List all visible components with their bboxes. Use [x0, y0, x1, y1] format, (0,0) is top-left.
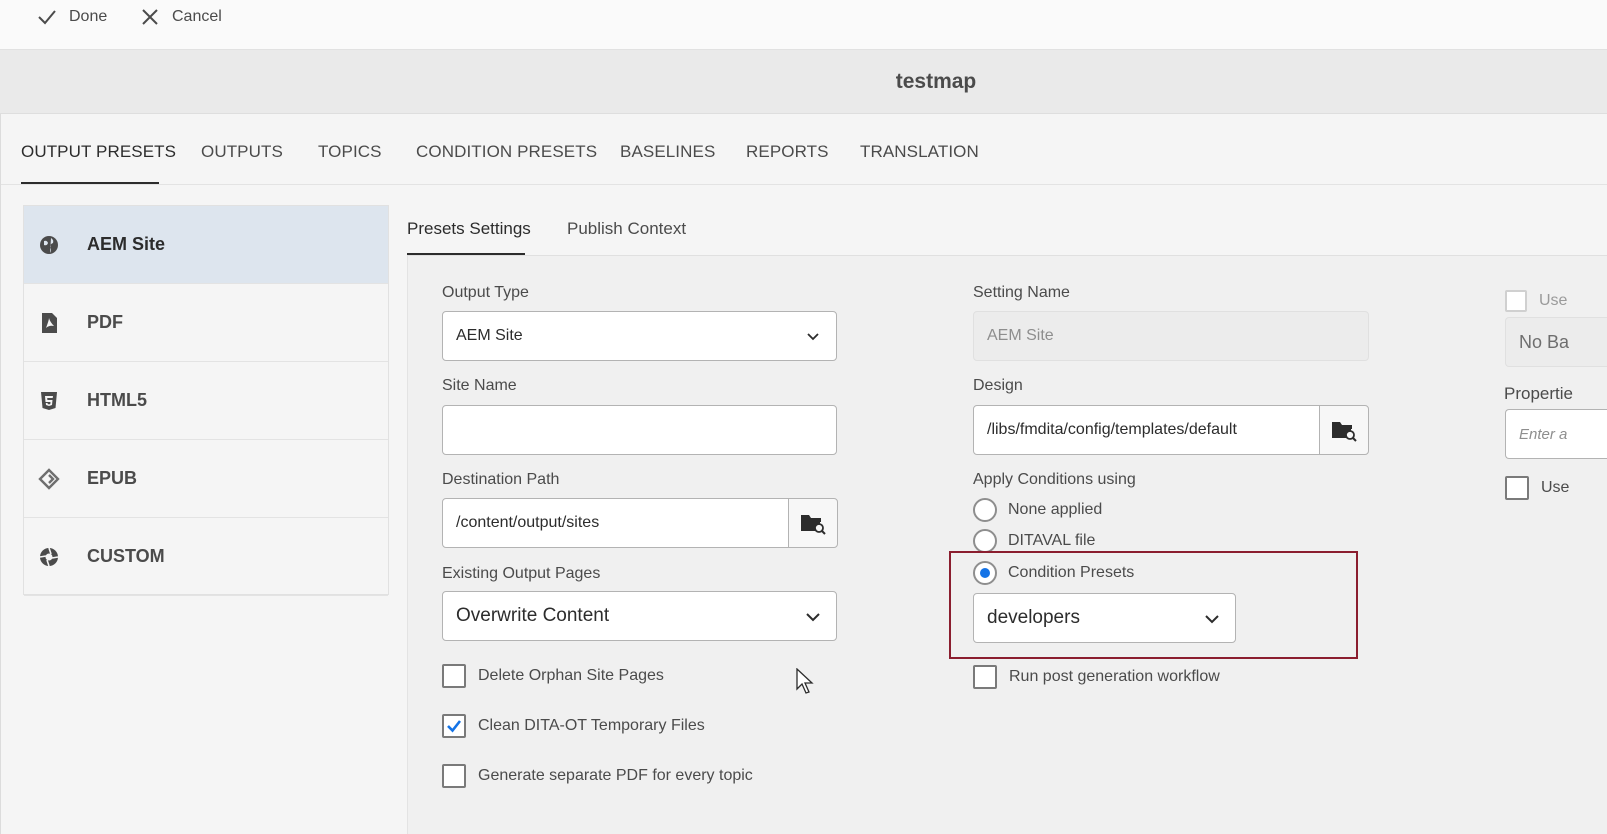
separate-pdf-row: Generate separate PDF for every topic — [442, 764, 753, 788]
radio-ditaval-label: DITAVAL file — [1008, 532, 1096, 549]
folder-search-icon — [1332, 422, 1357, 442]
tab-topics[interactable]: TOPICS — [318, 142, 382, 162]
apply-conditions-label: Apply Conditions using — [973, 471, 1136, 488]
delete-orphan-label: Delete Orphan Site Pages — [478, 667, 664, 684]
radio-condition-presets[interactable] — [973, 561, 997, 585]
chevron-down-icon — [807, 333, 819, 341]
preset-settings-form: Output Type AEM Site Site Name Destinati… — [407, 256, 1607, 834]
delete-orphan-row: Delete Orphan Site Pages — [442, 664, 664, 688]
active-tab-indicator — [21, 182, 159, 184]
design-input[interactable]: /libs/fmdita/config/templates/default — [973, 405, 1320, 455]
baseline-select: No Ba — [1505, 317, 1607, 367]
top-toolbar: Done Cancel — [0, 0, 1607, 50]
clean-temp-checkbox[interactable] — [442, 714, 466, 738]
setting-name-input: AEM Site — [973, 311, 1369, 361]
checkmark-icon — [38, 10, 56, 25]
tab-baselines[interactable]: BASELINES — [620, 142, 715, 162]
sidebar-item-label: PDF — [87, 312, 123, 332]
use-label-2: Use — [1541, 479, 1570, 496]
chevron-down-icon — [1205, 615, 1219, 624]
use-label-1: Use — [1539, 292, 1568, 309]
use-option-row-2: Use — [1505, 476, 1569, 500]
cancel-label: Cancel — [172, 8, 222, 25]
output-type-select[interactable]: AEM Site — [442, 311, 837, 361]
chevron-down-icon — [806, 613, 820, 622]
delete-orphan-checkbox[interactable] — [442, 664, 466, 688]
setting-name-label: Setting Name — [973, 284, 1070, 301]
tab-output-presets[interactable]: OUTPUT PRESETS — [21, 142, 176, 162]
separate-pdf-label: Generate separate PDF for every topic — [478, 767, 753, 784]
sidebar-item-pdf[interactable]: PDF — [24, 284, 388, 362]
separate-pdf-checkbox[interactable] — [442, 764, 466, 788]
destination-browse-button[interactable] — [788, 498, 838, 548]
sidebar-item-html5[interactable]: HTML5 — [24, 362, 388, 440]
radio-none-applied-label: None applied — [1008, 501, 1103, 518]
clean-temp-label: Clean DITA-OT Temporary Files — [478, 717, 705, 734]
sidebar-item-label: EPUB — [87, 468, 138, 488]
tab-presets-settings[interactable]: Presets Settings — [407, 219, 531, 239]
existing-output-pages-label: Existing Output Pages — [442, 565, 601, 582]
pdf-icon — [38, 312, 60, 334]
site-name-label: Site Name — [442, 377, 517, 394]
tab-outputs[interactable]: OUTPUTS — [201, 142, 283, 162]
destination-path-input[interactable]: /content/output/sites — [442, 498, 789, 548]
html5-icon — [38, 390, 60, 412]
radio-condition-presets-label: Condition Presets — [1008, 564, 1135, 581]
title-bar: testmap — [0, 50, 1607, 114]
folder-search-icon — [801, 515, 826, 535]
mouse-cursor-icon — [796, 668, 814, 694]
sidebar-item-label: CUSTOM — [87, 546, 165, 566]
output-type-value: AEM Site — [456, 327, 523, 344]
output-preset-list: AEM Site PDF HTML5 EPUB CUSTOM — [23, 205, 389, 596]
tab-reports[interactable]: REPORTS — [746, 142, 829, 162]
main-tabs: OUTPUT PRESETS OUTPUTS TOPICS CONDITION … — [1, 114, 1607, 185]
existing-output-pages-select[interactable]: Overwrite Content — [442, 591, 837, 641]
page-title: testmap — [895, 70, 977, 93]
tab-condition-presets[interactable]: CONDITION PRESETS — [416, 142, 597, 162]
epub-icon — [38, 467, 60, 490]
properties-input[interactable]: Enter a — [1505, 409, 1607, 459]
design-browse-button[interactable] — [1319, 405, 1369, 455]
preset-subtabs: Presets Settings Publish Context — [407, 205, 1607, 256]
clean-temp-row: Clean DITA-OT Temporary Files — [442, 714, 705, 738]
aperture-icon — [38, 546, 60, 568]
active-subtab-indicator — [407, 253, 525, 255]
checkmark-icon — [447, 720, 462, 733]
existing-output-pages-value: Overwrite Content — [456, 605, 610, 626]
radio-condition-presets-row: Condition Presets — [973, 561, 1134, 585]
cancel-button[interactable]: Cancel — [140, 0, 222, 34]
site-name-input[interactable] — [442, 405, 837, 455]
radio-ditaval-file[interactable] — [973, 529, 997, 553]
condition-preset-select[interactable]: developers — [973, 593, 1236, 643]
output-type-label: Output Type — [442, 284, 529, 301]
use-checkbox-2[interactable] — [1505, 476, 1529, 500]
radio-ditaval-row: DITAVAL file — [973, 529, 1095, 553]
sidebar-item-epub[interactable]: EPUB — [24, 440, 388, 518]
sidebar-item-label: HTML5 — [87, 390, 147, 410]
post-workflow-row: Run post generation workflow — [973, 665, 1220, 689]
post-workflow-label: Run post generation workflow — [1009, 668, 1220, 685]
use-checkbox-1[interactable] — [1505, 290, 1527, 312]
radio-none-applied[interactable] — [973, 498, 997, 522]
use-option-row-1: Use — [1505, 290, 1567, 312]
destination-path-label: Destination Path — [442, 471, 560, 488]
properties-label: Propertie — [1504, 384, 1573, 403]
globe-icon — [38, 234, 60, 256]
radio-none-applied-row: None applied — [973, 498, 1102, 522]
post-workflow-checkbox[interactable] — [973, 665, 997, 689]
done-button[interactable]: Done — [37, 0, 107, 34]
tab-translation[interactable]: TRANSLATION — [860, 142, 979, 162]
sidebar-item-aem-site[interactable]: AEM Site — [24, 206, 388, 284]
design-label: Design — [973, 377, 1023, 394]
done-label: Done — [69, 8, 108, 25]
sidebar-item-label: AEM Site — [87, 234, 166, 254]
sidebar-item-custom[interactable]: CUSTOM — [24, 518, 388, 596]
main-panel: OUTPUT PRESETS OUTPUTS TOPICS CONDITION … — [0, 114, 1607, 834]
tab-publish-context[interactable]: Publish Context — [567, 219, 686, 239]
close-icon — [142, 9, 158, 25]
condition-preset-value: developers — [987, 607, 1080, 628]
